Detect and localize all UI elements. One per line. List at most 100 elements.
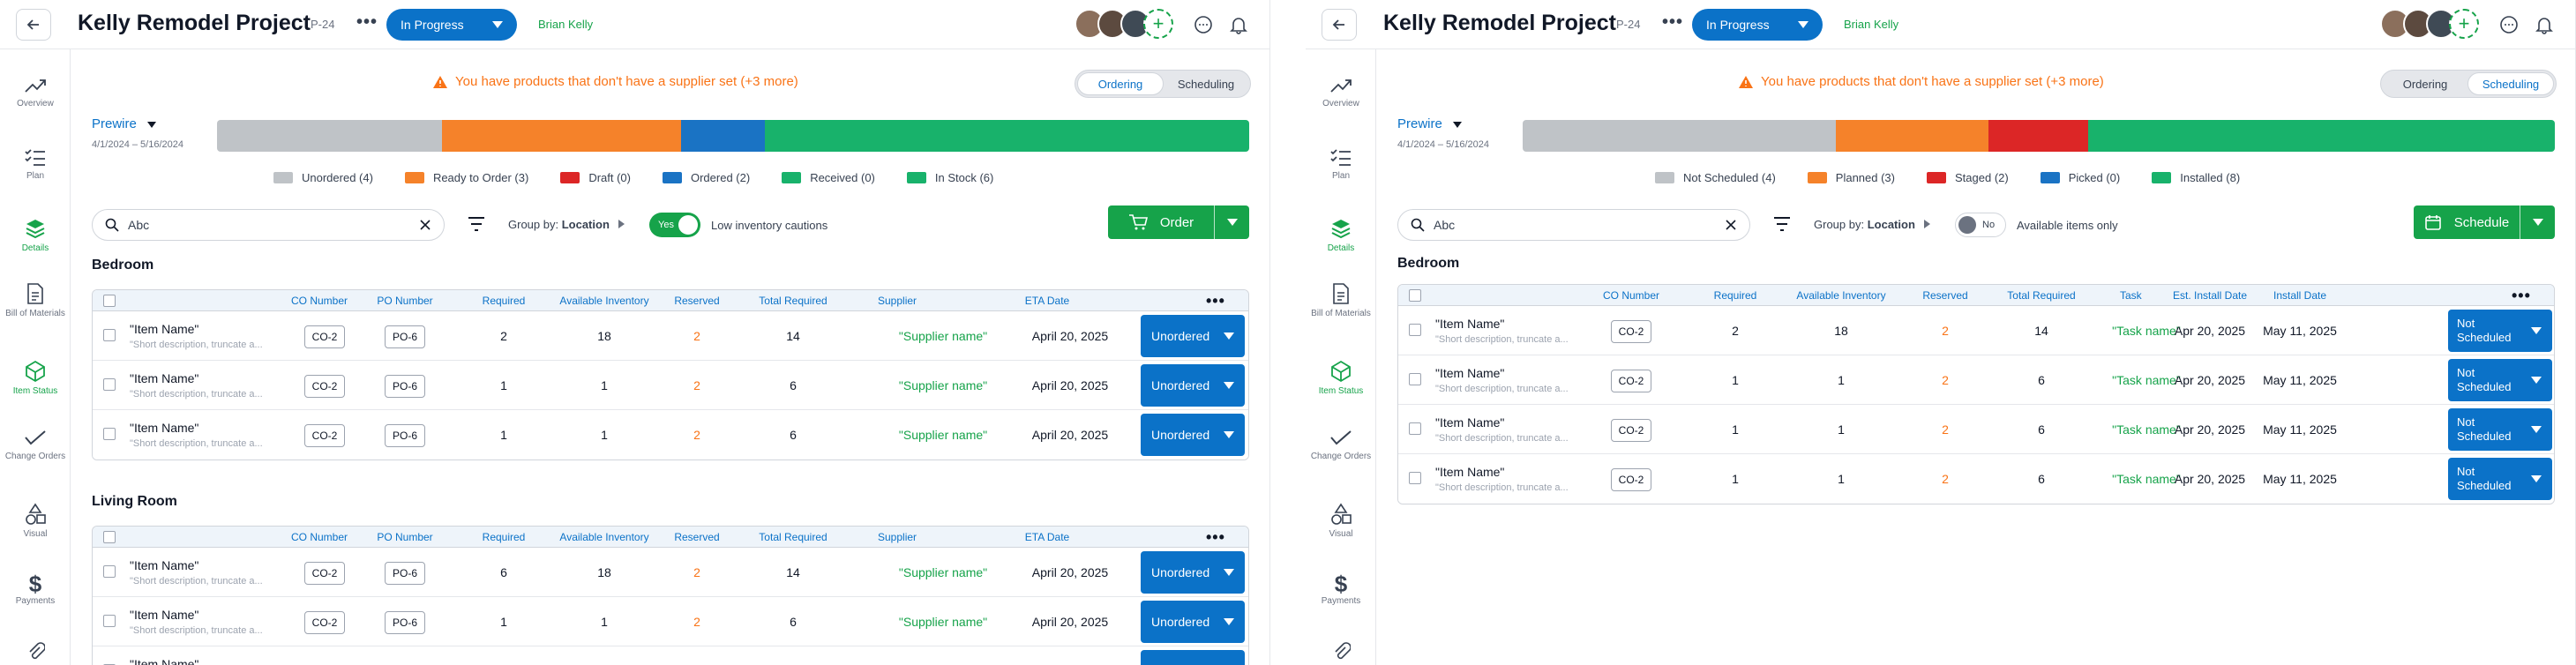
chat-icon[interactable] (2498, 14, 2520, 35)
column-header[interactable]: Total Required (759, 531, 827, 543)
supplier-link[interactable]: "Supplier name" (899, 378, 987, 392)
select-all-checkbox[interactable] (1409, 289, 1421, 302)
sidebar-item-payments[interactable]: $ Payments (1306, 572, 1376, 607)
sidebar-item-bill-of-materials[interactable]: Bill of Materials (0, 282, 71, 319)
group-by-dropdown[interactable]: Group by: Location (1814, 218, 1930, 231)
supplier-link[interactable]: "Supplier name" (899, 329, 987, 343)
sidebar-item-change-orders[interactable]: Change Orders (0, 429, 71, 462)
task-link[interactable]: "Task name" (2112, 373, 2181, 387)
tab-scheduling[interactable]: Scheduling (1164, 72, 1248, 95)
task-link[interactable]: "Task name" (2112, 324, 2181, 338)
filter-icon[interactable] (1773, 216, 1791, 232)
row-checkbox[interactable] (1409, 422, 1421, 435)
column-header[interactable]: CO Number (1603, 289, 1659, 302)
tab-ordering[interactable]: Ordering (2383, 72, 2467, 95)
supplier-link[interactable]: "Supplier name" (899, 565, 987, 579)
column-header[interactable]: Task (2120, 289, 2142, 302)
sidebar-item-change-orders[interactable]: Change Orders (1306, 429, 1376, 462)
select-all-checkbox[interactable] (103, 531, 116, 543)
column-header[interactable]: Reserved (674, 531, 719, 543)
select-all-checkbox[interactable] (103, 295, 116, 307)
more-options-button[interactable]: ••• (356, 12, 378, 33)
co-number-tag[interactable]: CO-2 (304, 424, 345, 447)
search-input[interactable]: Abc (1397, 209, 1750, 241)
close-icon[interactable] (419, 219, 431, 231)
phase-dropdown[interactable]: Prewire (92, 116, 156, 131)
row-checkbox[interactable] (1409, 373, 1421, 385)
task-link[interactable]: "Task name" (2112, 422, 2181, 437)
owner-link[interactable]: Brian Kelly (1844, 18, 1898, 31)
sidebar-item-attachments[interactable] (1306, 640, 1376, 665)
order-main[interactable]: Order (1108, 213, 1214, 231)
supplier-link[interactable]: "Supplier name" (899, 428, 987, 442)
supplier-warning[interactable]: You have products that don't have a supp… (1738, 74, 2104, 89)
back-button[interactable] (16, 9, 51, 41)
table-more-button[interactable]: ••• (2512, 287, 2531, 305)
sidebar-item-payments[interactable]: $ Payments (0, 572, 71, 607)
bell-icon[interactable] (1228, 14, 1249, 35)
search-input[interactable]: Abc (92, 209, 445, 241)
order-dropdown-toggle[interactable] (1214, 205, 1249, 239)
owner-link[interactable]: Brian Kelly (538, 18, 593, 31)
sidebar-item-item-status[interactable]: Item Status (0, 360, 71, 397)
column-header[interactable]: Total Required (2007, 289, 2075, 302)
column-header[interactable]: Reserved (1922, 289, 1967, 302)
order-button[interactable]: Order (1108, 205, 1249, 239)
table-row[interactable]: "Item Name" "Short description, truncate … (1398, 405, 2554, 454)
schedule-button[interactable]: Schedule (2414, 205, 2555, 239)
po-number-tag[interactable]: PO-6 (385, 562, 425, 585)
item-status-dropdown[interactable]: Unordered (1141, 414, 1245, 456)
column-header[interactable]: Est. Install Date (2173, 289, 2247, 302)
column-header[interactable]: CO Number (291, 531, 348, 543)
low-inventory-toggle[interactable]: Yes (649, 213, 700, 237)
co-number-tag[interactable]: CO-2 (304, 611, 345, 634)
add-member-icon[interactable]: + (2449, 9, 2479, 39)
table-row[interactable]: "Item Name" "Short description, truncate … (1398, 355, 2554, 405)
add-member-icon[interactable]: + (1143, 9, 1173, 39)
column-header[interactable]: Supplier (878, 531, 917, 543)
column-header[interactable]: ETA Date (1025, 295, 1069, 307)
table-row[interactable]: "Item Name" "Short description, truncate … (93, 597, 1248, 646)
table-row[interactable]: "Item Name" "Short description, truncate … (93, 548, 1248, 597)
table-row[interactable]: "Item Name" (93, 646, 1248, 665)
column-header[interactable]: Available Inventory (559, 531, 648, 543)
column-header[interactable]: Required (483, 295, 526, 307)
column-header[interactable]: Required (1714, 289, 1757, 302)
item-status-dropdown[interactable]: Unordered (1141, 364, 1245, 407)
po-number-tag[interactable]: PO-6 (385, 611, 425, 634)
column-header[interactable]: PO Number (377, 295, 432, 307)
sidebar-item-overview[interactable]: Overview (0, 76, 71, 109)
sidebar-item-bill-of-materials[interactable]: Bill of Materials (1306, 282, 1376, 319)
close-icon[interactable] (1725, 219, 1737, 231)
bell-icon[interactable] (2534, 14, 2555, 35)
available-items-toggle[interactable]: No (1955, 213, 2006, 237)
project-status-dropdown[interactable]: In Progress (386, 9, 517, 41)
column-header[interactable]: Supplier (878, 295, 917, 307)
item-status-dropdown[interactable]: Unordered (1141, 551, 1245, 594)
sidebar-item-details[interactable]: Details (1306, 217, 1376, 254)
item-status-dropdown[interactable]: Unordered (1141, 315, 1245, 357)
row-checkbox[interactable] (103, 615, 116, 627)
row-checkbox[interactable] (103, 378, 116, 391)
tab-scheduling[interactable]: Scheduling (2467, 72, 2554, 95)
column-header[interactable]: Reserved (674, 295, 719, 307)
item-status-dropdown[interactable] (1141, 650, 1245, 665)
group-by-dropdown[interactable]: Group by: Location (508, 218, 625, 231)
table-row[interactable]: "Item Name" "Short description, truncate … (1398, 306, 2554, 355)
row-checkbox[interactable] (1409, 324, 1421, 336)
row-checkbox[interactable] (103, 428, 116, 440)
sidebar-item-plan[interactable]: Plan (1306, 148, 1376, 182)
table-row[interactable]: "Item Name" "Short description, truncate … (93, 410, 1248, 460)
schedule-dropdown-toggle[interactable] (2520, 205, 2555, 239)
co-number-tag[interactable]: CO-2 (1611, 320, 1651, 343)
table-row[interactable]: "Item Name" "Short description, truncate … (1398, 454, 2554, 504)
item-status-dropdown[interactable]: Not Scheduled (2448, 310, 2552, 352)
co-number-tag[interactable]: CO-2 (1611, 419, 1651, 442)
sidebar-item-plan[interactable]: Plan (0, 148, 71, 182)
column-header[interactable]: CO Number (291, 295, 348, 307)
chat-icon[interactable] (1193, 14, 1214, 35)
sidebar-item-details[interactable]: Details (0, 217, 71, 254)
column-header[interactable]: Available Inventory (1796, 289, 1885, 302)
sidebar-item-overview[interactable]: Overview (1306, 76, 1376, 109)
po-number-tag[interactable]: PO-6 (385, 325, 425, 348)
